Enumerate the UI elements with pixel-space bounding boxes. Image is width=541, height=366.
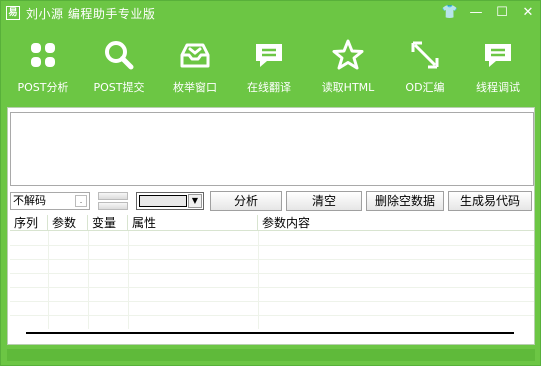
toolbar-label: OD汇编 — [405, 81, 445, 94]
decode-value: 不解码 — [13, 194, 46, 207]
app-logo-icon: 易 — [6, 6, 20, 20]
control-row: 不解码 . ▼ 分析 清空 删除空数据 生成易代码 — [10, 191, 534, 211]
expand-icon — [411, 41, 439, 69]
toolbar-button-post-submit[interactable]: POST提交 — [79, 35, 159, 99]
column-header-content[interactable]: 参数内容 — [258, 215, 534, 231]
row-divider — [10, 259, 534, 260]
toolbar-label: POST提交 — [93, 81, 145, 94]
toolbar-button-post-analyze[interactable]: POST分析 — [7, 35, 79, 99]
column-header-index[interactable]: 序列 — [10, 215, 48, 231]
spin-up-button[interactable] — [98, 192, 128, 200]
table-header: 序列 参数 变量 属性 参数内容 — [10, 215, 534, 231]
close-icon[interactable]: ✕ — [518, 3, 538, 21]
search-icon — [105, 41, 134, 70]
params-table: 序列 参数 变量 属性 参数内容 — [10, 215, 534, 341]
color-select[interactable]: ▼ — [136, 192, 204, 210]
toolbar-button-read-html[interactable]: 读取HTML — [307, 35, 389, 99]
color-swatch — [139, 195, 187, 207]
chat-icon — [256, 44, 282, 67]
window-title: 刘小源 编程助手专业版 — [26, 6, 156, 21]
toolbar-label: 线程调试 — [476, 81, 520, 94]
title-bar: 易 刘小源 编程助手专业版 👕 — ☐ ✕ — [1, 1, 541, 25]
inbox-icon — [180, 43, 210, 68]
app-window: 易 刘小源 编程助手专业版 👕 — ☐ ✕ POST分析 POST提交 枚举窗口… — [0, 0, 541, 366]
input-textarea[interactable] — [10, 112, 534, 186]
delete-empty-button[interactable]: 删除空数据 — [366, 191, 444, 211]
generate-code-button[interactable]: 生成易代码 — [448, 191, 532, 211]
column-header-variable[interactable]: 变量 — [88, 215, 128, 231]
column-header-attribute[interactable]: 属性 — [128, 215, 258, 231]
toolbar-label: POST分析 — [17, 81, 69, 94]
horizontal-scrollbar-line — [26, 332, 514, 334]
clear-button[interactable]: 清空 — [286, 191, 362, 211]
toolbar-label: 读取HTML — [321, 81, 375, 94]
toolbar-button-enum-windows[interactable]: 枚举窗口 — [159, 35, 231, 99]
toolbar-button-online-translate[interactable]: 在线翻译 — [231, 35, 307, 99]
minimize-icon[interactable]: — — [466, 3, 486, 21]
row-divider — [10, 287, 534, 288]
row-divider — [10, 273, 534, 274]
status-bar — [7, 349, 535, 361]
toolbar-button-thread-debug[interactable]: 线程调试 — [461, 35, 535, 99]
toolbar-label: 枚举窗口 — [173, 81, 217, 94]
column-header-param[interactable]: 参数 — [48, 215, 88, 231]
main-toolbar: POST分析 POST提交 枚举窗口 在线翻译 读取HTML OD汇编 线程调试 — [7, 35, 535, 99]
star-icon — [332, 39, 364, 70]
analyze-button[interactable]: 分析 — [210, 191, 282, 211]
row-divider — [10, 315, 534, 316]
decode-combo[interactable]: 不解码 . — [10, 192, 90, 210]
decode-dot-button[interactable]: . — [75, 195, 87, 207]
grid-icon — [31, 43, 55, 67]
row-divider — [10, 301, 534, 302]
chat-icon — [485, 44, 511, 67]
maximize-icon[interactable]: ☐ — [492, 3, 512, 21]
window-controls: 👕 — ☐ ✕ — [440, 3, 538, 21]
skin-icon[interactable]: 👕 — [440, 3, 460, 21]
toolbar-label: 在线翻译 — [247, 81, 291, 94]
spin-down-button[interactable] — [98, 202, 128, 210]
toolbar-button-od-asm[interactable]: OD汇编 — [389, 35, 461, 99]
chevron-down-icon[interactable]: ▼ — [188, 194, 202, 208]
spinner[interactable] — [98, 192, 128, 210]
row-divider — [10, 245, 534, 246]
main-panel: 不解码 . ▼ 分析 清空 删除空数据 生成易代码 序列 参数 变量 属性 参数 — [7, 107, 535, 345]
